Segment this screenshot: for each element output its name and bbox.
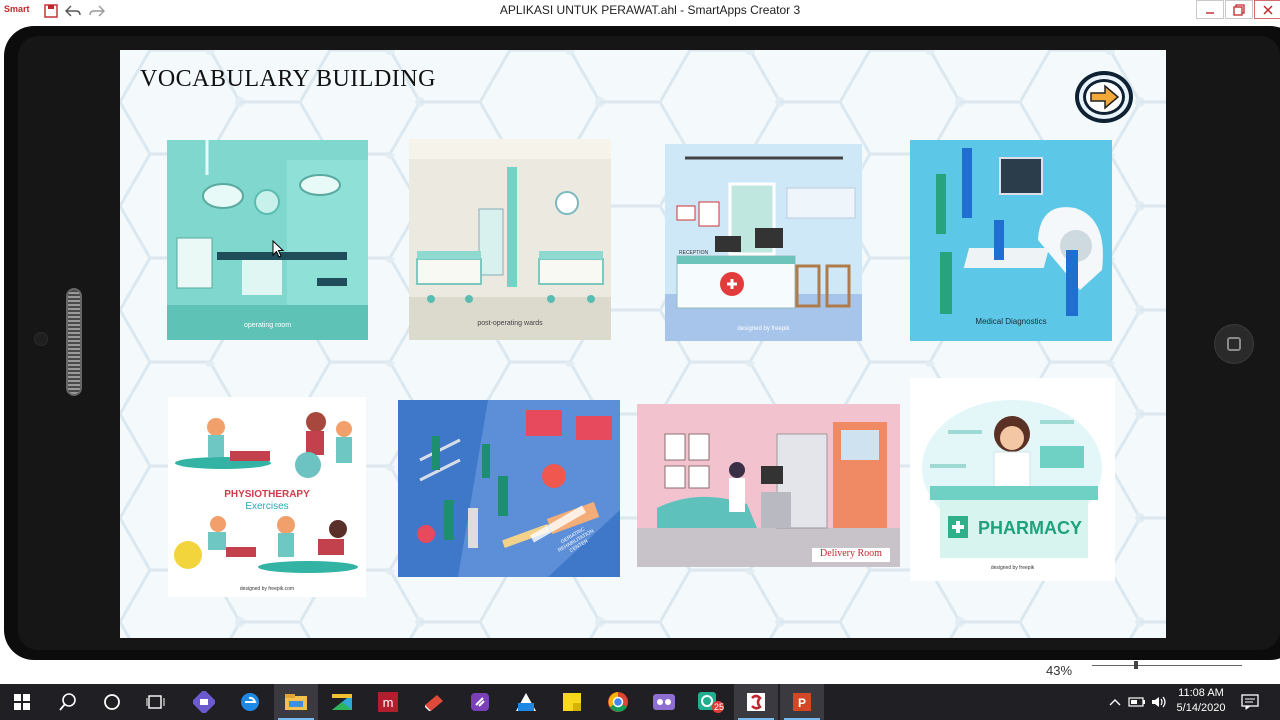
device-camera — [34, 332, 48, 346]
volume-icon[interactable] — [1148, 684, 1170, 720]
next-button[interactable] — [1073, 69, 1135, 125]
card-caption: operating room — [243, 322, 292, 329]
reception-illustration — [665, 144, 862, 341]
slide-canvas: VOCABULARY BUILDING operating room post-… — [120, 50, 1166, 638]
card-reception[interactable]: RECEPTION designed by freepik — [665, 144, 862, 341]
close-button[interactable] — [1254, 0, 1280, 19]
minimize-button[interactable] — [1196, 0, 1224, 19]
app-icon[interactable] — [412, 684, 456, 720]
app-icon[interactable] — [642, 684, 686, 720]
slide-title: VOCABULARY BUILDING — [140, 66, 436, 92]
medical-diagnostics-illustration — [910, 140, 1112, 341]
card-delivery-room[interactable]: Delivery Room — [637, 404, 900, 567]
delivery-room-illustration — [637, 404, 900, 567]
mendeley-icon[interactable]: m — [366, 684, 410, 720]
window-title: APLIKASI UNTUK PERAWAT.ahl - SmartApps C… — [499, 3, 801, 17]
card-caption: PHARMACY — [977, 518, 1082, 538]
device-home-button[interactable] — [1214, 324, 1254, 364]
card-post-operating-wards[interactable]: post-operating wards — [409, 139, 611, 340]
card-credit: designed by freepik — [737, 326, 790, 332]
chrome-icon[interactable] — [596, 684, 640, 720]
card-credit: designed by freepik — [990, 565, 1035, 571]
app-icon[interactable]: 25 — [688, 684, 732, 720]
cortana-icon[interactable] — [90, 684, 134, 720]
start-icon[interactable] — [0, 684, 44, 720]
zoom-slider[interactable] — [1092, 665, 1242, 666]
notification-badge: 25 — [714, 702, 725, 712]
pharmacy-illustration — [910, 378, 1115, 581]
app-icon[interactable] — [320, 684, 364, 720]
operating-room-illustration — [167, 140, 368, 340]
svg-text:m: m — [383, 695, 394, 710]
card-rehabilitation-center[interactable]: GERIATRIC REHABILITATION CENTER — [398, 400, 620, 577]
restore-button[interactable] — [1225, 0, 1253, 19]
card-medical-diagnostics[interactable]: Medical Diagnostics — [910, 140, 1112, 341]
card-caption: post-operating wards — [477, 320, 543, 327]
edge-icon[interactable] — [228, 684, 272, 720]
card-physiotherapy[interactable]: PHYSIOTHERAPY Exercises designed by free… — [168, 397, 366, 597]
clock-date: 5/14/2020 — [1176, 702, 1226, 714]
taskbar: m 25 P 11:08 AM 5/14/2020 — [0, 684, 1280, 720]
rehabilitation-center-illustration — [398, 400, 620, 577]
mouse-cursor-icon — [272, 240, 285, 258]
zoom-slider-thumb[interactable] — [1134, 661, 1138, 669]
card-pharmacy[interactable]: PHARMACY designed by freepik — [910, 378, 1115, 581]
chevron-up-icon[interactable] — [1104, 684, 1126, 720]
smartapps-icon[interactable] — [734, 684, 778, 720]
file-explorer-icon[interactable] — [274, 684, 318, 720]
card-caption: PHYSIOTHERAPY — [224, 489, 310, 500]
search-icon[interactable] — [46, 684, 90, 720]
zoom-level: 43% — [1046, 663, 1073, 678]
card-caption: Delivery Room — [820, 548, 882, 559]
app-icon[interactable] — [504, 684, 548, 720]
task-view-icon[interactable] — [134, 684, 178, 720]
editor-status-strip — [0, 660, 1280, 684]
card-operating-room[interactable]: operating room — [167, 140, 368, 340]
svg-text:P: P — [798, 696, 806, 710]
arrow-right-icon — [1075, 71, 1133, 123]
card-caption: Medical Diagnostics — [975, 317, 1047, 326]
app-icon[interactable] — [458, 684, 502, 720]
powerpoint-icon[interactable]: P — [780, 684, 824, 720]
clock-time: 11:08 AM — [1178, 687, 1224, 699]
notification-center-icon[interactable] — [1236, 684, 1264, 720]
taskbar-clock[interactable]: 11:08 AM 5/14/2020 — [1168, 686, 1234, 716]
title-bar: Smart APLIKASI UNTUK PERAWAT.ahl - Smart… — [0, 0, 1280, 22]
sticky-notes-icon[interactable] — [550, 684, 594, 720]
card-caption: RECEPTION — [679, 250, 709, 256]
card-credit: designed by freepik.com — [239, 586, 295, 592]
device-speaker — [66, 288, 82, 396]
card-caption-2: Exercises — [245, 501, 289, 512]
post-operating-wards-illustration — [409, 139, 611, 340]
battery-icon[interactable] — [1126, 684, 1148, 720]
visual-studio-icon[interactable] — [182, 684, 226, 720]
